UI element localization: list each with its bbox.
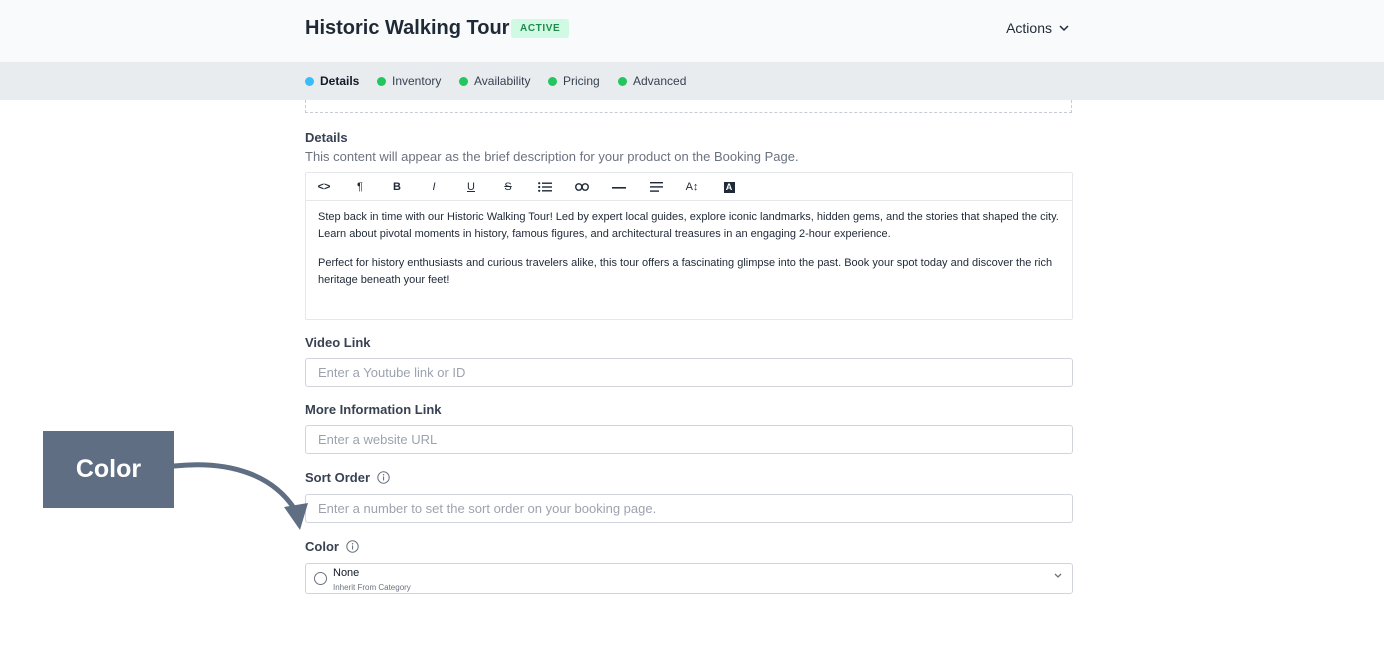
editor-paragraph: Perfect for history enthusiasts and curi…: [318, 257, 1053, 286]
info-icon[interactable]: [346, 540, 359, 553]
tab-details[interactable]: Details: [305, 74, 359, 88]
color-swatch-empty-icon: [314, 572, 327, 585]
page-title: Historic Walking Tour: [305, 17, 510, 39]
color-select[interactable]: None Inherit From Category: [305, 563, 1073, 594]
upload-area-edge: [305, 100, 1072, 113]
strikethrough-icon[interactable]: S: [498, 179, 518, 195]
tab-label: Availability: [474, 74, 531, 88]
details-label: Details: [305, 130, 348, 145]
info-icon[interactable]: [377, 471, 390, 484]
rich-text-editor: <> ¶ B I U S A↕ A Step back in time with…: [305, 172, 1073, 320]
status-dot: [305, 76, 314, 86]
color-selected-value: None: [333, 567, 360, 579]
tab-label: Advanced: [633, 74, 687, 88]
bullet-list-icon[interactable]: [535, 179, 555, 195]
text-color-glyph: A: [723, 182, 735, 193]
video-link-label: Video Link: [305, 335, 371, 350]
tab-inventory[interactable]: Inventory: [377, 74, 441, 88]
chevron-down-icon: [1059, 24, 1069, 31]
tab-label: Inventory: [392, 74, 442, 88]
actions-label: Actions: [1006, 20, 1052, 36]
video-link-input[interactable]: [305, 358, 1073, 387]
tab-advanced[interactable]: Advanced: [618, 74, 686, 88]
chevron-down-icon: [1054, 573, 1062, 578]
tab-pricing[interactable]: Pricing: [548, 74, 600, 88]
text-size-icon[interactable]: A↕: [682, 179, 702, 195]
status-dot: [459, 76, 468, 86]
tab-label: Details: [320, 74, 360, 88]
horizontal-rule-icon[interactable]: [609, 179, 629, 195]
editor-paragraph: Step back in time with our Historic Walk…: [318, 211, 1059, 240]
italic-icon[interactable]: I: [424, 179, 444, 195]
color-label-row: Color: [305, 539, 359, 554]
underline-icon[interactable]: U: [461, 179, 481, 195]
annotation-arrow-icon: [171, 462, 308, 530]
text-color-icon[interactable]: A: [719, 179, 739, 195]
sort-order-input[interactable]: [305, 494, 1073, 523]
tab-label: Pricing: [563, 74, 600, 88]
editor-content[interactable]: Step back in time with our Historic Walk…: [306, 201, 1072, 309]
paragraph-icon[interactable]: ¶: [350, 179, 370, 195]
sort-order-label: Sort Order: [305, 470, 371, 485]
status-badge: ACTIVE: [511, 19, 570, 38]
more-info-link-label: More Information Link: [305, 402, 442, 417]
sort-order-label-row: Sort Order: [305, 470, 390, 485]
status-dot: [618, 76, 627, 86]
actions-menu-button[interactable]: Actions: [1006, 20, 1069, 36]
more-info-link-input[interactable]: [305, 425, 1073, 454]
status-dot: [548, 76, 557, 86]
code-icon[interactable]: <>: [314, 179, 334, 195]
bold-icon[interactable]: B: [387, 179, 407, 195]
page-header: Historic Walking Tour ACTIVE Actions: [0, 0, 1384, 63]
annotation-callout: Color: [43, 431, 174, 508]
tab-availability[interactable]: Availability: [459, 74, 530, 88]
align-icon[interactable]: [646, 179, 666, 195]
editor-toolbar: <> ¶ B I U S A↕ A: [306, 173, 1072, 201]
details-help-text: This content will appear as the brief de…: [305, 149, 799, 164]
tab-bar: Details Inventory Availability Pricing A…: [0, 62, 1384, 100]
link-icon[interactable]: [572, 179, 592, 195]
color-label: Color: [305, 539, 339, 554]
status-dot: [377, 76, 386, 86]
color-subtext: Inherit From Category: [333, 583, 411, 592]
